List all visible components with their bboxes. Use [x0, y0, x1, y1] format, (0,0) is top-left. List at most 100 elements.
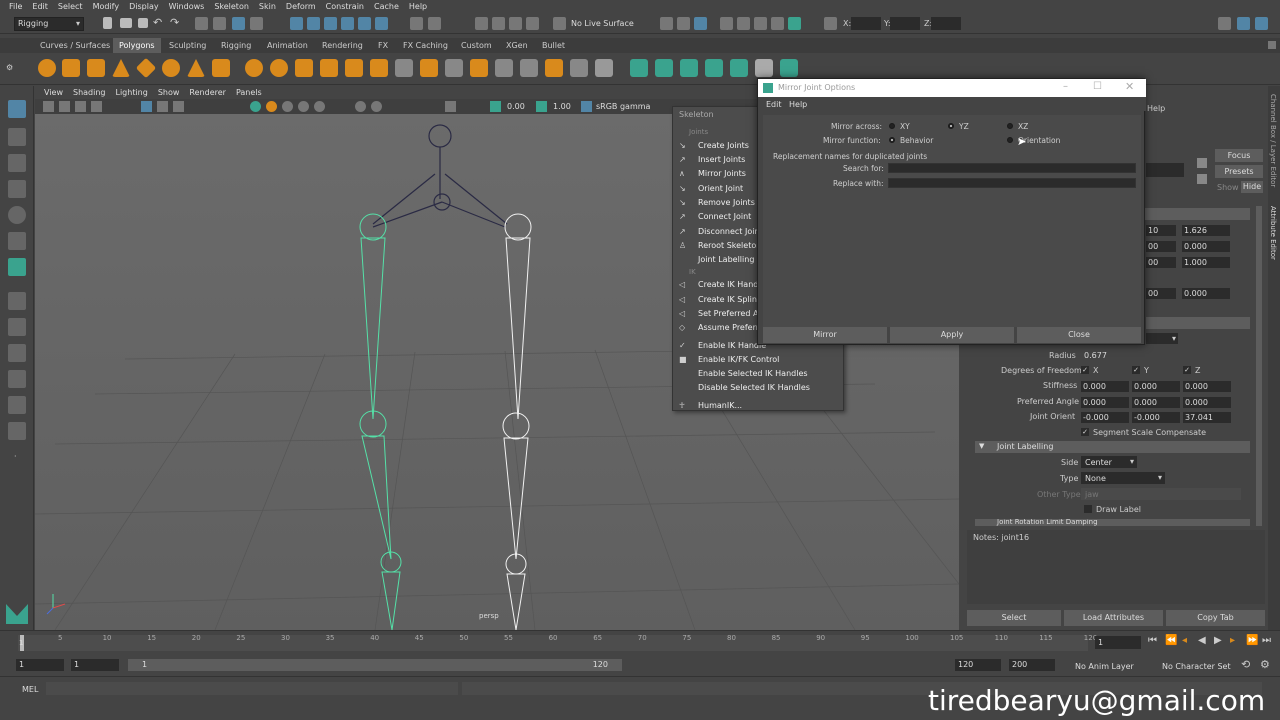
ipr-render-icon[interactable]: [754, 17, 767, 30]
fill-hole-icon[interactable]: [470, 59, 488, 77]
uv-editor-icon[interactable]: [730, 59, 748, 77]
vp-bookmark-icon[interactable]: [75, 101, 86, 112]
menu-create-ik-handle[interactable]: Create IK Handle: [698, 280, 765, 289]
snap-grid-icon[interactable]: [290, 17, 303, 30]
menu-deform[interactable]: Deform: [281, 0, 321, 14]
bridge-icon[interactable]: [395, 59, 413, 77]
attr-row1-a[interactable]: 10: [1146, 225, 1176, 236]
orient-x-field[interactable]: -0.000: [1081, 412, 1129, 423]
attr-help-menu[interactable]: Help: [1147, 104, 1165, 113]
transform-mode-icon[interactable]: [824, 17, 837, 30]
menu-connect-joint[interactable]: Connect Joint: [698, 212, 751, 221]
sym-icon[interactable]: [660, 17, 673, 30]
attr-select-button[interactable]: Select: [967, 610, 1061, 626]
open-scene-icon[interactable]: [120, 18, 132, 28]
preferred-x-field[interactable]: 0.000: [1081, 397, 1129, 408]
vp-lights-icon[interactable]: [298, 101, 309, 112]
attr-row2-a[interactable]: 00: [1146, 241, 1176, 252]
select-hierarchy-icon[interactable]: [195, 17, 208, 30]
toolbox-expand-icon[interactable]: ·: [14, 452, 17, 461]
rotation-limit-section[interactable]: Joint Rotation Limit Damping: [975, 519, 1250, 526]
redo-icon[interactable]: ↷: [170, 16, 179, 29]
menu-orient-joint[interactable]: Orient Joint: [698, 184, 743, 193]
shelf-tab-custom[interactable]: Custom: [461, 38, 492, 53]
four-view-icon[interactable]: [8, 318, 26, 336]
snap-surface-icon[interactable]: [358, 17, 371, 30]
attr-copy-tab-button[interactable]: Copy Tab: [1166, 610, 1265, 626]
shelf-tab-polygons[interactable]: Polygons: [113, 38, 161, 53]
workspace-icon[interactable]: [1218, 17, 1231, 30]
command-language-label[interactable]: MEL: [22, 685, 38, 694]
menu-create-joints[interactable]: Create Joints: [698, 141, 749, 150]
attr-load-icon[interactable]: [1197, 158, 1207, 168]
scale-tool-icon[interactable]: [8, 232, 26, 250]
go-to-end-icon[interactable]: ⏭: [1262, 635, 1271, 646]
poly-cylinder-icon[interactable]: [87, 59, 105, 77]
multi-cut-icon[interactable]: [495, 59, 513, 77]
select-tool-icon[interactable]: [8, 100, 26, 118]
time-slider[interactable]: 1 5 10 15 20 25 30 35 40 45 50 55 60 65 70 75 80 85 90 95 1…: [0, 630, 1280, 654]
search-for-input[interactable]: [888, 163, 1136, 173]
render-seq-icon[interactable]: [737, 17, 750, 30]
target-weld-icon[interactable]: [570, 59, 588, 77]
mirror-across-xz-radio[interactable]: [1007, 123, 1013, 129]
dof-x-checkbox[interactable]: ✓: [1081, 366, 1089, 374]
play-back-icon[interactable]: ◀: [1198, 635, 1206, 646]
menu-humanik[interactable]: HumanIK...: [698, 401, 742, 410]
vp-xray-joints-icon[interactable]: [371, 101, 382, 112]
render-global-icon[interactable]: [771, 17, 784, 30]
start-time-field[interactable]: 1: [16, 659, 64, 671]
vp-select-camera-icon[interactable]: [43, 101, 54, 112]
stiffness-z-field[interactable]: 0.000: [1183, 381, 1231, 392]
layout-a-icon[interactable]: [8, 344, 26, 362]
dialog-titlebar[interactable]: Mirror Joint Options – ☐ ✕: [758, 79, 1146, 97]
shelf-tab-fx-caching[interactable]: FX Caching: [403, 38, 448, 53]
attr-row4-a[interactable]: 00: [1146, 288, 1176, 299]
stiffness-x-field[interactable]: 0.000: [1081, 381, 1129, 392]
attr-copy-icon[interactable]: [1197, 174, 1207, 184]
menu-disable-selected-ik[interactable]: Disable Selected IK Handles: [698, 383, 810, 392]
orient-z-field[interactable]: 37.041: [1183, 412, 1231, 423]
vp-colorspace-value[interactable]: sRGB gamma: [596, 102, 650, 111]
shelf-tab-rendering[interactable]: Rendering: [322, 38, 363, 53]
attr-radius-value[interactable]: 0.677: [1084, 351, 1107, 360]
dof-y-checkbox[interactable]: ✓: [1132, 366, 1140, 374]
attr-scrollbar[interactable]: [1256, 206, 1262, 526]
play-forward-icon[interactable]: ▶: [1214, 635, 1222, 646]
uv-layout-icon[interactable]: [755, 59, 773, 77]
undo-icon[interactable]: ↶: [153, 16, 162, 29]
render-view-icon[interactable]: [720, 17, 733, 30]
x-field[interactable]: [851, 17, 881, 30]
attr-dropdown-mid[interactable]: ▾: [1146, 333, 1178, 344]
vp-wireframe-icon[interactable]: [250, 101, 261, 112]
shelf-tab-xgen[interactable]: XGen: [506, 38, 528, 53]
menu-edit[interactable]: Edit: [27, 0, 53, 14]
layout-d-icon[interactable]: [8, 422, 26, 440]
vp-shadows-icon[interactable]: [314, 101, 325, 112]
lock-icon[interactable]: [250, 17, 263, 30]
end-time-field[interactable]: 200: [1009, 659, 1055, 671]
ipr-icon[interactable]: [492, 17, 505, 30]
menu-reroot-skeleton[interactable]: Reroot Skeleton: [698, 241, 761, 250]
insert-loop-icon[interactable]: [520, 59, 538, 77]
vp-menu-view[interactable]: View: [39, 88, 68, 97]
bevel-icon[interactable]: [445, 59, 463, 77]
select-object-icon[interactable]: [213, 17, 226, 30]
preferences-icon[interactable]: ⚙: [1260, 658, 1270, 671]
preferred-y-field[interactable]: 0.000: [1132, 397, 1180, 408]
step-forward-icon[interactable]: ⏩: [1246, 635, 1258, 646]
offset-loop-icon[interactable]: [545, 59, 563, 77]
go-to-start-icon[interactable]: ⏮: [1148, 635, 1157, 646]
boolean-icon[interactable]: [295, 59, 313, 77]
menu-enable-selected-ik[interactable]: Enable Selected IK Handles: [698, 369, 808, 378]
modeling-toolkit-icon[interactable]: [1237, 17, 1250, 30]
attr-load-attributes-button[interactable]: Load Attributes: [1064, 610, 1163, 626]
vp-exposure-value[interactable]: 0.00: [507, 102, 525, 111]
menu-windows[interactable]: Windows: [164, 0, 210, 14]
z-field[interactable]: [931, 17, 961, 30]
vp-isolate-icon[interactable]: [445, 101, 456, 112]
poly-torus-icon[interactable]: [162, 59, 180, 77]
vp-menu-lighting[interactable]: Lighting: [110, 88, 152, 97]
shelf-tab-fx[interactable]: FX: [378, 38, 388, 53]
maximize-icon[interactable]: ☐: [1093, 81, 1102, 92]
